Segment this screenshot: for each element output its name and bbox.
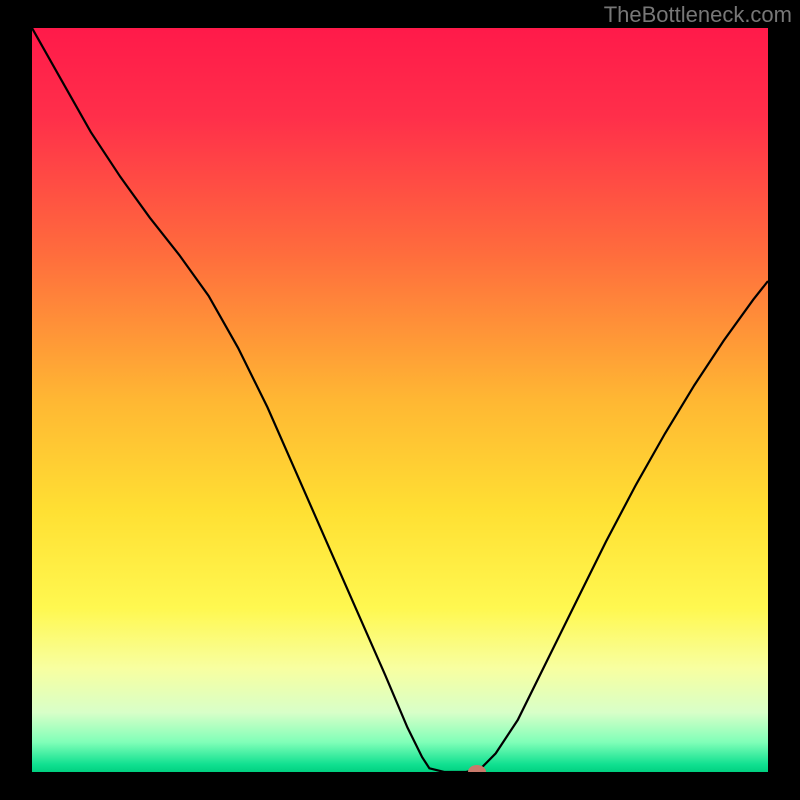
optimal-marker [468, 765, 486, 772]
watermark-text: TheBottleneck.com [604, 2, 792, 28]
bottleneck-curve [32, 28, 768, 772]
plot-area [32, 28, 768, 772]
curve-layer [32, 28, 768, 772]
